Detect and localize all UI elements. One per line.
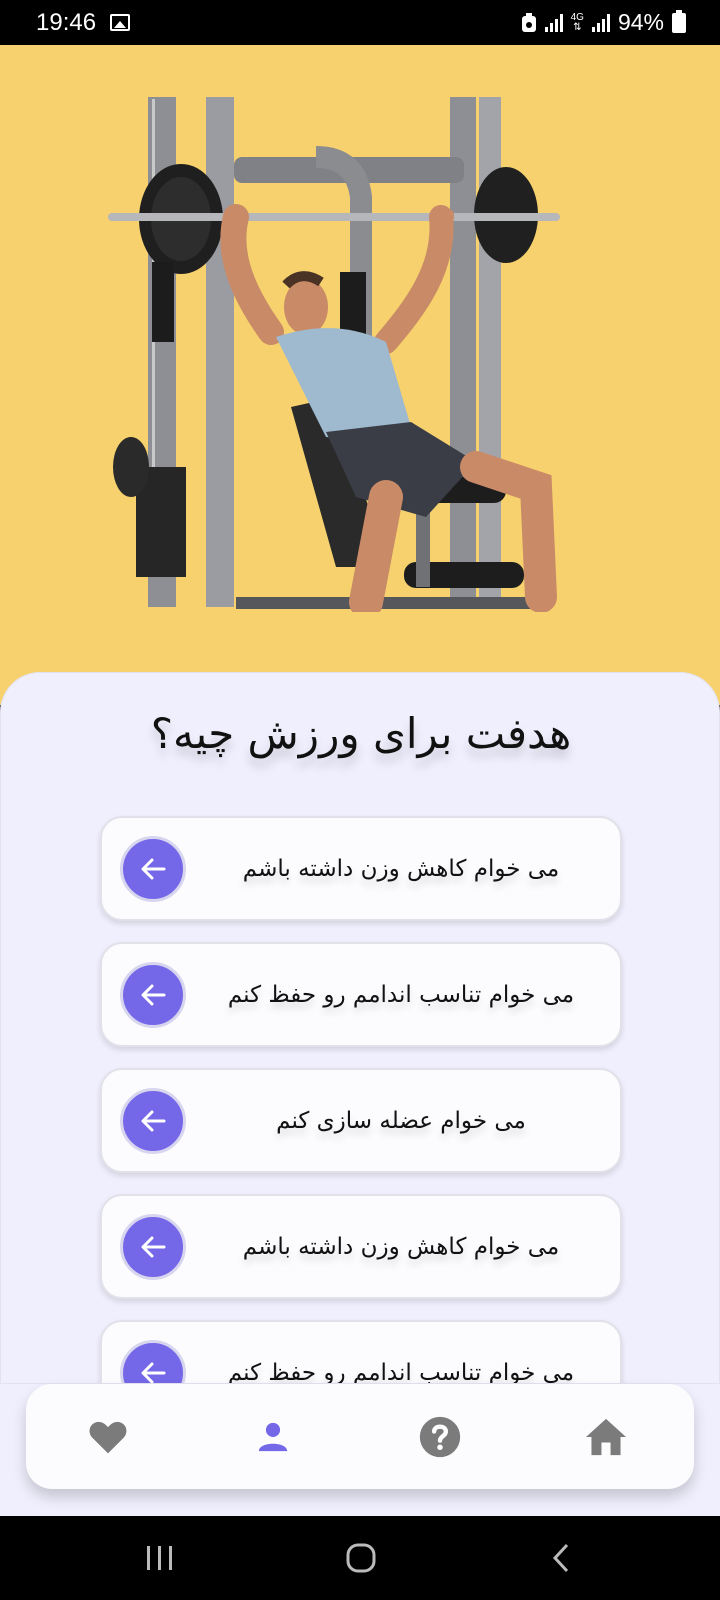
arrow-left-button[interactable]	[120, 836, 186, 902]
arrow-left-icon	[141, 858, 166, 880]
system-navigation-bar	[0, 1516, 720, 1600]
recent-apps-button[interactable]	[142, 1536, 178, 1580]
arrow-left-button[interactable]	[120, 1088, 186, 1154]
nav-favorites[interactable]	[81, 1410, 135, 1464]
status-bar: 19:46 4G ⇅ 94%	[0, 0, 720, 45]
goal-question-title: هدفت برای ورزش چیه؟	[150, 709, 572, 758]
signal-icon	[544, 13, 563, 32]
goal-option-muscle[interactable]: می خوام عضله سازی کنم	[100, 1068, 622, 1173]
arrow-left-icon	[141, 984, 166, 1006]
home-system-button[interactable]	[343, 1536, 379, 1580]
hero-section	[0, 45, 720, 705]
battery-level: 94%	[617, 9, 664, 35]
home-icon	[586, 1418, 626, 1456]
arrow-left-button[interactable]	[120, 1340, 186, 1383]
nav-help[interactable]	[413, 1410, 467, 1464]
option-label: می خوام عضله سازی کنم	[276, 1107, 526, 1134]
arrow-left-icon	[141, 1110, 166, 1132]
goal-option-weight-loss-2[interactable]: می خوام کاهش وزن داشته باشم	[100, 1194, 622, 1299]
arrow-left-button[interactable]	[120, 962, 186, 1028]
heart-icon	[89, 1421, 127, 1454]
goal-option-fitness[interactable]: می خوام تناسب اندامم رو حفظ کنم	[100, 942, 622, 1047]
arrow-left-icon	[141, 1362, 166, 1383]
back-chevron-icon	[552, 1543, 569, 1573]
bottom-nav-container	[0, 1384, 720, 1516]
option-label: می خوام تناسب اندامم رو حفظ کنم	[227, 981, 575, 1008]
workout-image	[108, 97, 560, 612]
option-label: می خوام تناسب اندامم رو حفظ کنم	[227, 1359, 575, 1384]
gallery-notification-icon	[110, 14, 131, 31]
goal-option-weight-loss[interactable]: می خوام کاهش وزن داشته باشم	[100, 816, 622, 921]
network-type: 4G ⇅	[570, 11, 584, 33]
goal-option-fitness-2[interactable]: می خوام تناسب اندامم رو حفظ کنم	[100, 1320, 622, 1384]
status-left: 19:46	[36, 8, 131, 37]
back-system-button[interactable]	[549, 1536, 573, 1580]
signal-icon-2	[591, 13, 610, 32]
nav-profile[interactable]	[246, 1410, 300, 1464]
bottom-nav	[26, 1384, 694, 1489]
person-icon	[258, 1422, 288, 1452]
arrow-left-icon	[141, 1236, 166, 1258]
recycle-notification-icon	[521, 12, 536, 32]
status-right: 4G ⇅ 94%	[521, 9, 686, 36]
home-circle-icon	[346, 1543, 376, 1573]
goal-sheet: هدفت برای ورزش چیه؟ می خوام کاهش وزن داش…	[0, 672, 720, 1384]
option-label: می خوام کاهش وزن داشته باشم	[242, 855, 560, 882]
nav-home[interactable]	[579, 1410, 633, 1464]
arrow-left-button[interactable]	[120, 1214, 186, 1280]
clock: 19:46	[36, 8, 97, 36]
battery-charging-icon	[672, 9, 686, 33]
help-icon	[419, 1416, 461, 1458]
option-label: می خوام کاهش وزن داشته باشم	[242, 1233, 560, 1260]
recent-apps-icon	[147, 1546, 172, 1570]
